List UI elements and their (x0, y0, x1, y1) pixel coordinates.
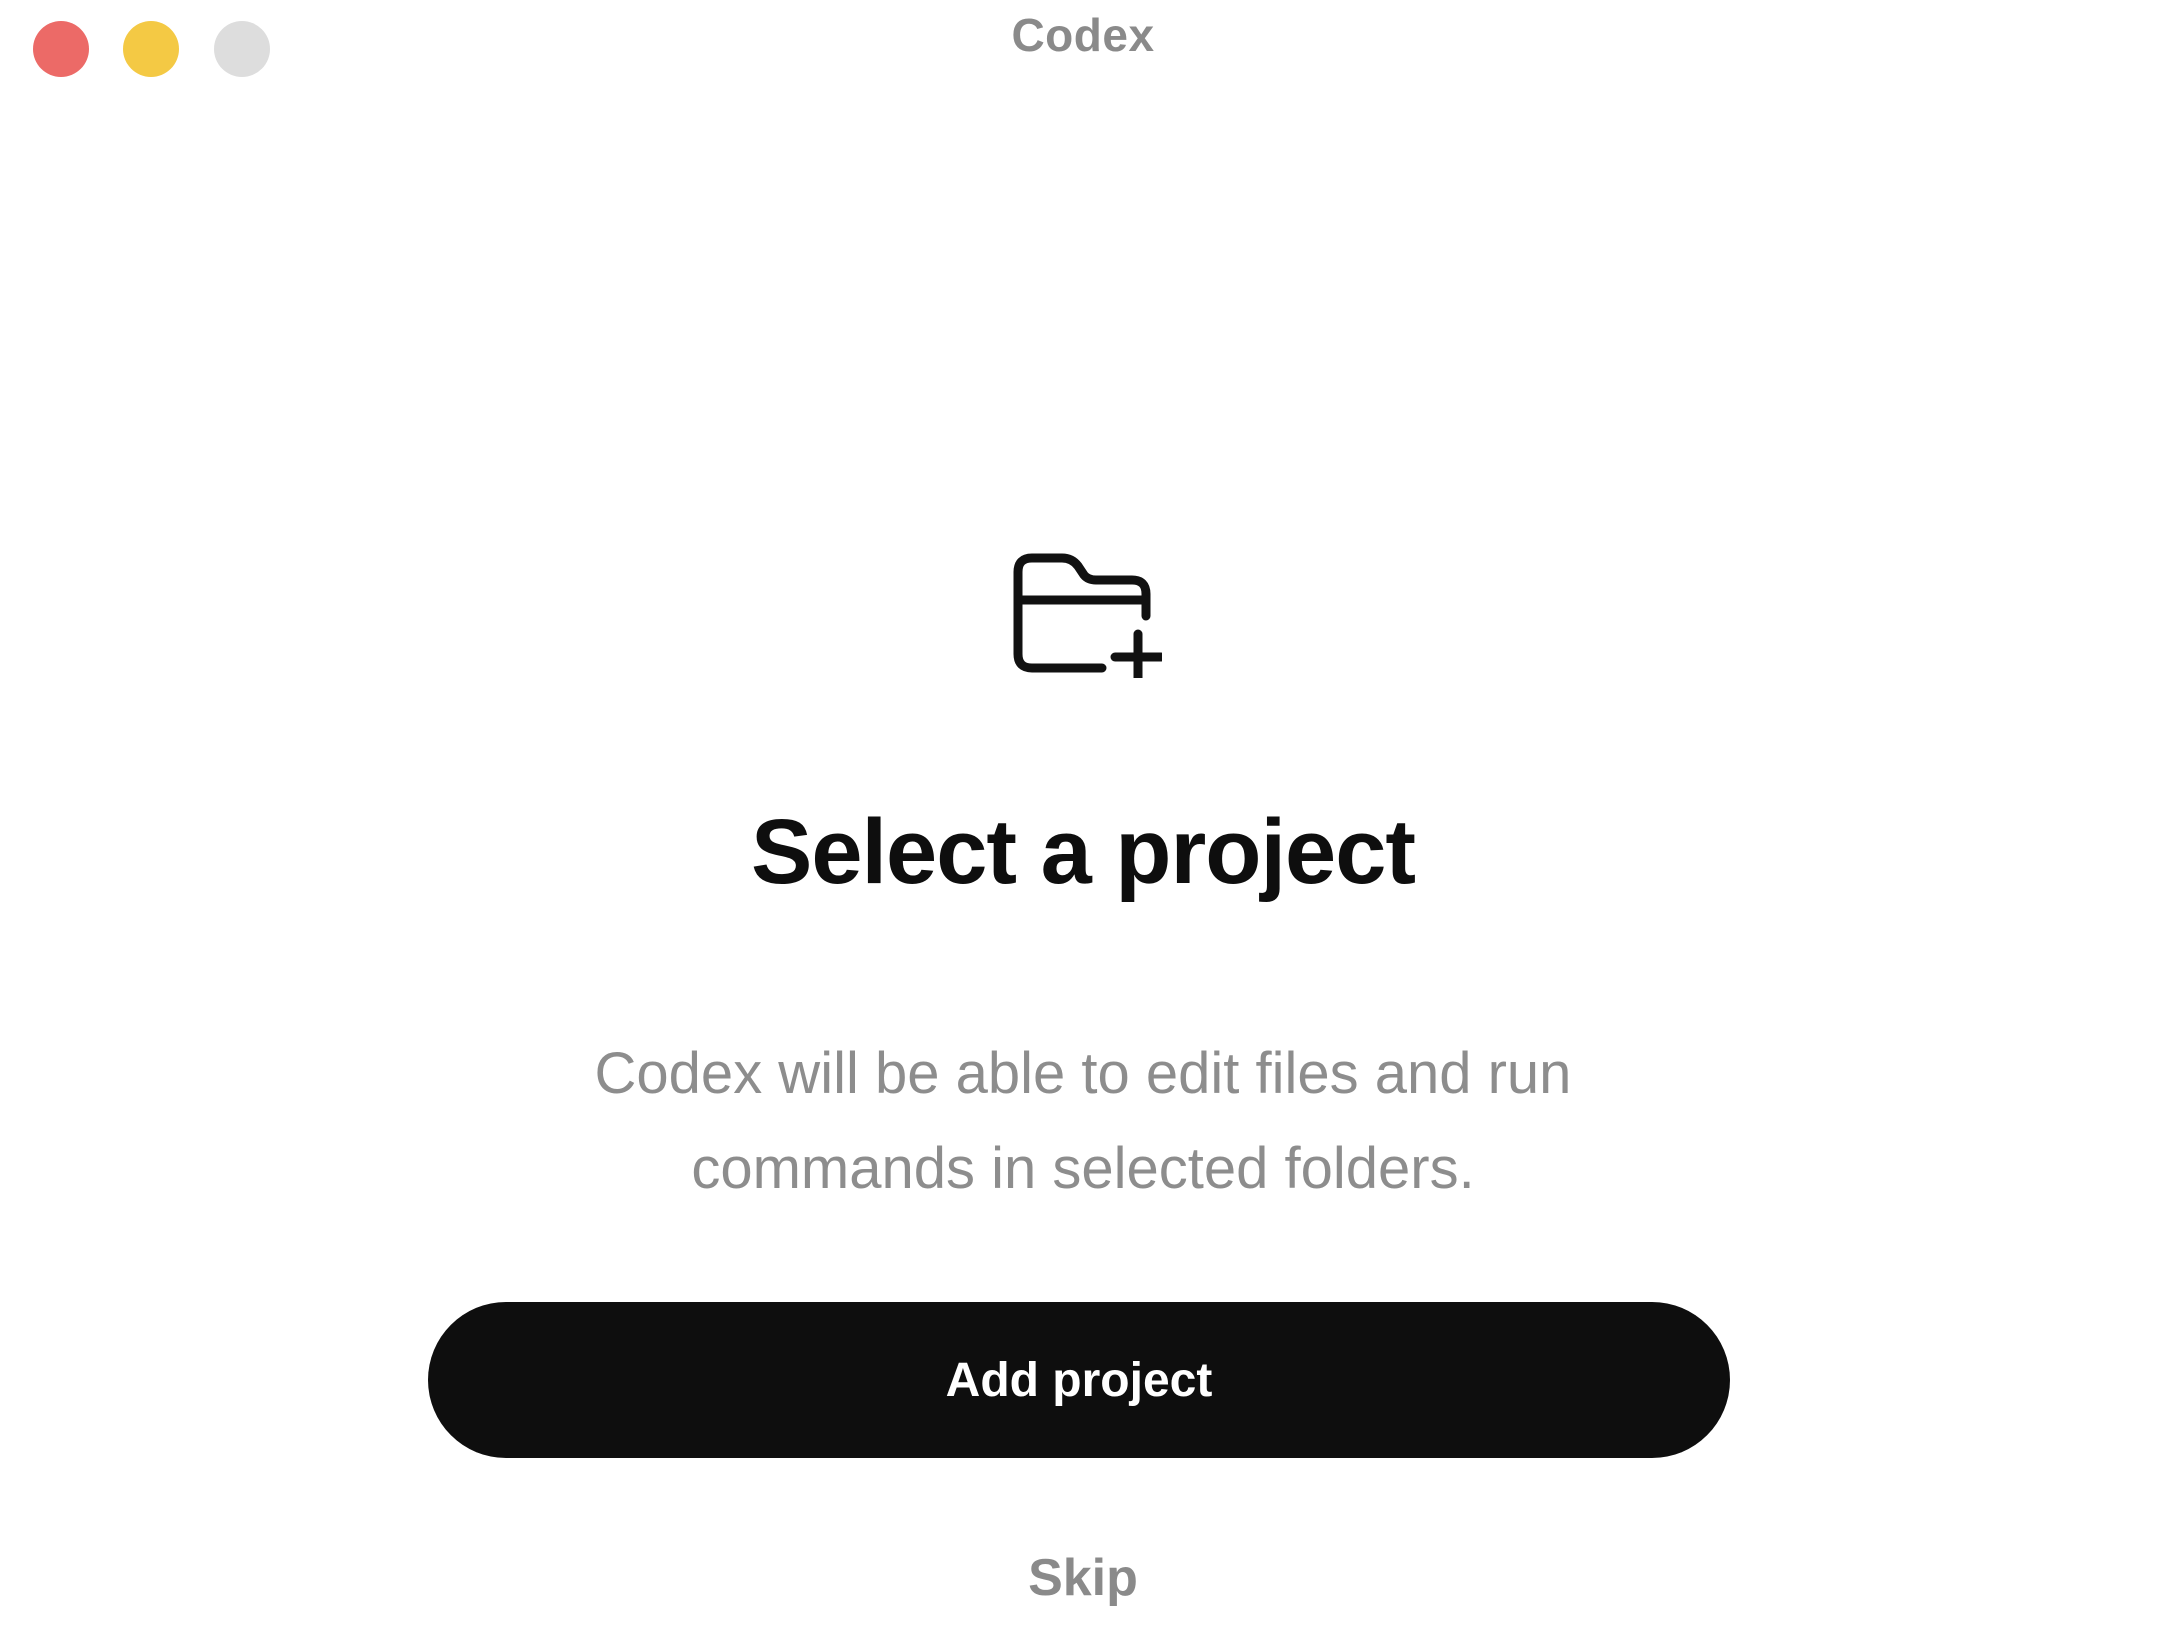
title-bar: Codex (0, 0, 2166, 110)
window-title: Codex (1011, 9, 1155, 61)
app-window: Codex Select a project Codex will be abl… (0, 0, 2166, 1632)
add-project-button[interactable]: Add project (428, 1302, 1730, 1458)
skip-button[interactable]: Skip (0, 1548, 2166, 1608)
description-text: Codex will be able to edit files and run… (594, 1041, 1572, 1201)
folder-plus-icon (1013, 553, 1162, 678)
page-title: Select a project (750, 801, 1416, 903)
